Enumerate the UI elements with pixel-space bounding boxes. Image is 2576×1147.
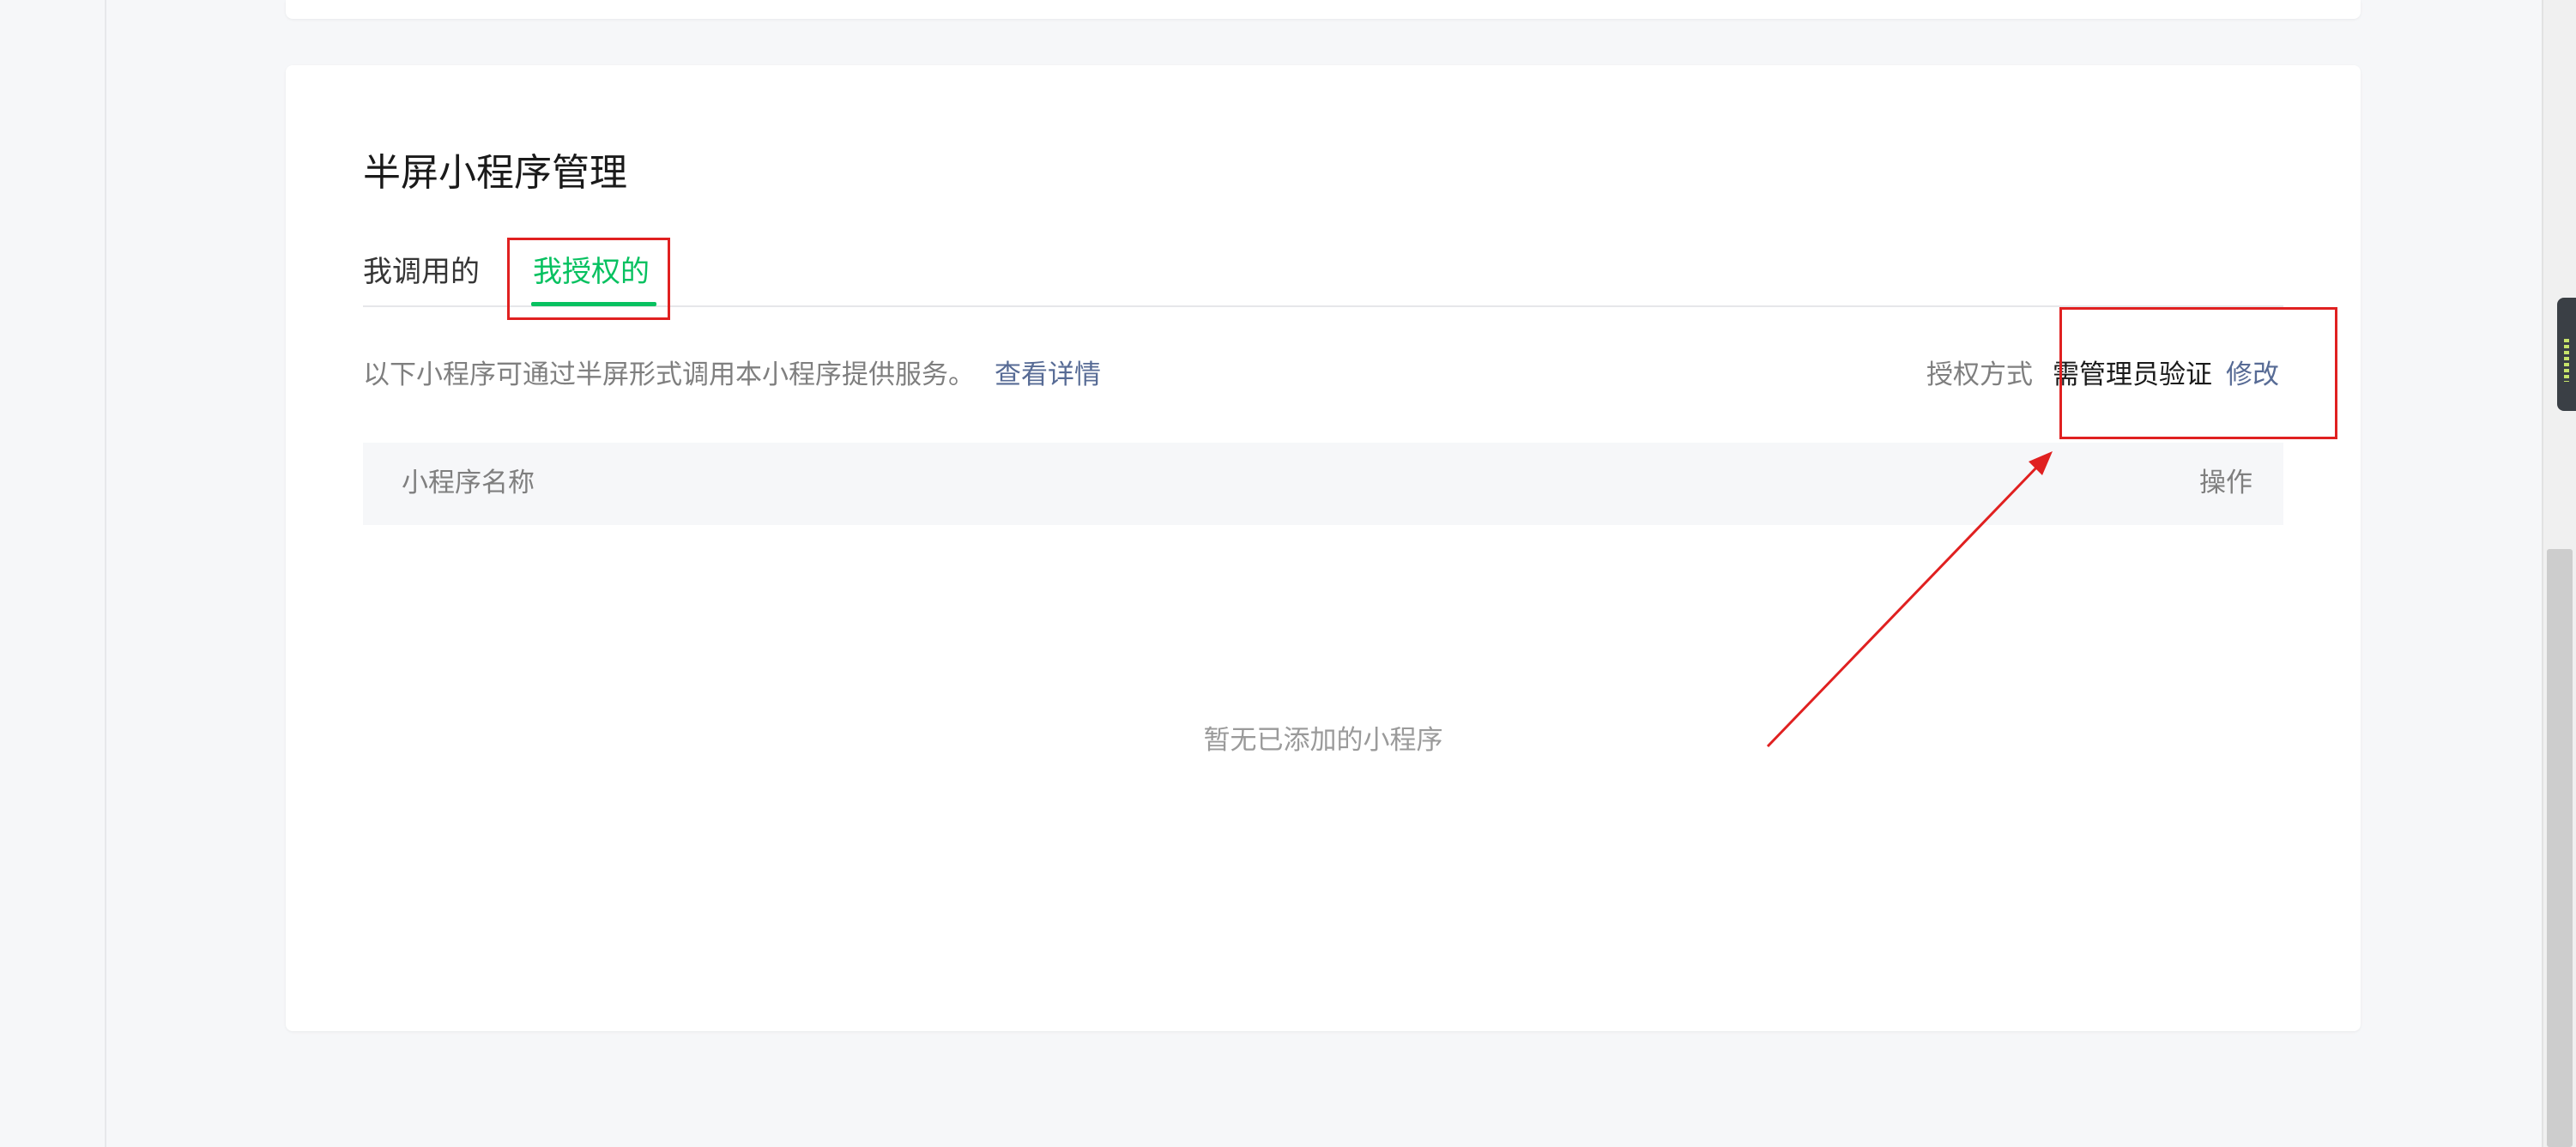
half-screen-miniprogram-card: 半屏小程序管理 我调用的 我授权的 以下小程序可通过半屏形式调用本小程序提供服务… xyxy=(286,65,2361,1031)
table-header: 小程序名称 操作 xyxy=(363,443,2283,525)
tab-called-by-me[interactable]: 我调用的 xyxy=(363,251,480,293)
scrollbar-thumb[interactable] xyxy=(2547,549,2573,1147)
previous-card-bottom xyxy=(286,0,2361,19)
view-details-link[interactable]: 查看详情 xyxy=(995,355,1101,395)
annotation-box-auth xyxy=(2059,307,2337,439)
annotation-box-tab xyxy=(507,238,670,320)
left-navigation-rail xyxy=(0,0,106,1147)
auth-method-label: 授权方式 xyxy=(1926,359,2033,390)
side-floating-widget[interactable] xyxy=(2557,298,2576,411)
equalizer-icon xyxy=(2564,339,2569,382)
empty-state-text: 暂无已添加的小程序 xyxy=(1203,725,1443,756)
section-description: 以下小程序可通过半屏形式调用本小程序提供服务。 xyxy=(363,359,975,390)
vertical-scrollbar[interactable] xyxy=(2542,0,2576,1147)
column-header-name: 小程序名称 xyxy=(402,468,535,498)
section-title: 半屏小程序管理 xyxy=(363,151,627,195)
column-header-action: 操作 xyxy=(2199,468,2252,498)
